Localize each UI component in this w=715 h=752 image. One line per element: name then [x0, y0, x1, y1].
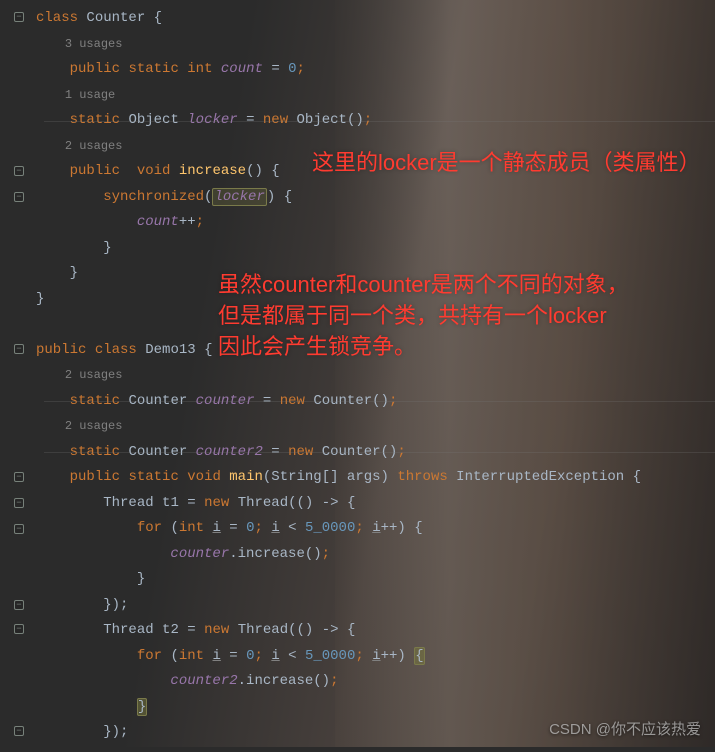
code-line[interactable]: }); [0, 593, 715, 619]
usage-hint[interactable]: 3 usages [0, 32, 715, 58]
code-line[interactable]: static Object locker = new Object(); [0, 108, 715, 134]
usage-hint[interactable]: 2 usages [0, 414, 715, 440]
code-line[interactable]: } [0, 695, 715, 721]
usage-hint[interactable]: 2 usages [0, 363, 715, 389]
code-line[interactable]: counter2.increase(); [0, 669, 715, 695]
code-line[interactable]: static Counter counter2 = new Counter(); [0, 440, 715, 466]
usage-hint[interactable]: 1 usage [0, 83, 715, 109]
watermark: CSDN @你不应该热爱 [549, 718, 701, 739]
code-line[interactable]: public static int count = 0; [0, 57, 715, 83]
code-line[interactable]: counter.increase(); [0, 542, 715, 568]
annotation-text-1: 这里的locker是一个静态成员（类属性） [312, 148, 701, 179]
code-line[interactable]: } [0, 236, 715, 262]
code-editor[interactable]: class Counter { 3 usages public static i… [0, 0, 715, 746]
code-line[interactable]: for (int i = 0; i < 5_0000; i++) { [0, 644, 715, 670]
code-line[interactable]: Thread t2 = new Thread(() -> { [0, 618, 715, 644]
code-line[interactable]: Thread t1 = new Thread(() -> { [0, 491, 715, 517]
code-line[interactable]: count++; [0, 210, 715, 236]
code-line[interactable]: static Counter counter = new Counter(); [0, 389, 715, 415]
code-line[interactable]: public static void main(String[] args) t… [0, 465, 715, 491]
code-line[interactable]: for (int i = 0; i < 5_0000; i++) { [0, 516, 715, 542]
code-line[interactable]: } [0, 567, 715, 593]
code-line[interactable]: synchronized(locker) { [0, 185, 715, 211]
code-line[interactable]: class Counter { [0, 6, 715, 32]
annotation-text-2: 虽然counter和counter是两个不同的对象， 但是都属于同一个类，共持有… [218, 270, 629, 362]
